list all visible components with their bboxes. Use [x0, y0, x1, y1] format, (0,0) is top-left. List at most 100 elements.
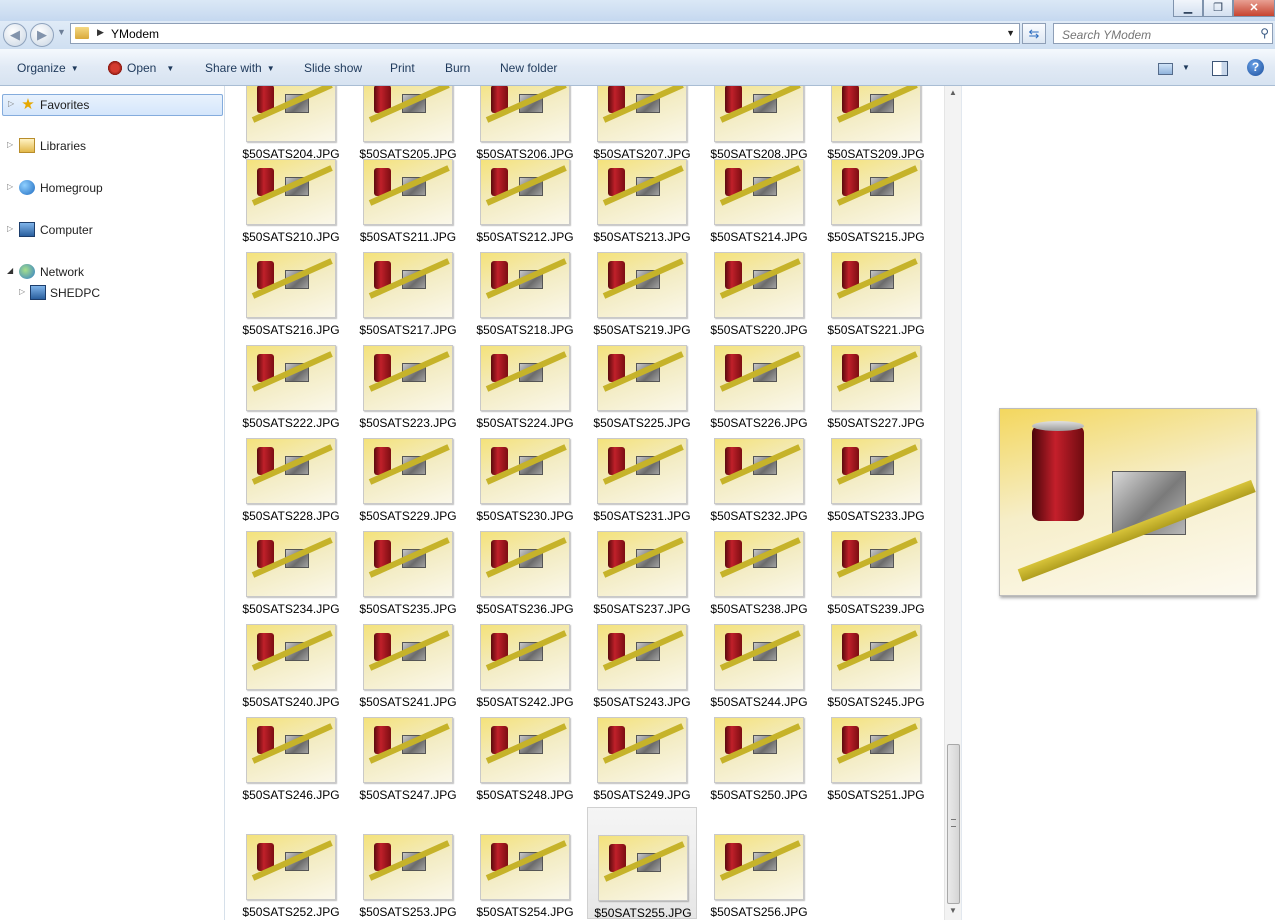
- file-item[interactable]: $50SATS244.JPG: [704, 624, 814, 709]
- vertical-scrollbar[interactable]: ▲ ▼: [944, 86, 961, 920]
- file-item[interactable]: $50SATS211.JPG: [353, 159, 463, 244]
- file-item[interactable]: $50SATS245.JPG: [821, 624, 931, 709]
- file-list[interactable]: $50SATS204.JPG $50SATS205.JPG $50SATS206.J…: [225, 86, 960, 920]
- file-item[interactable]: $50SATS237.JPG: [587, 531, 697, 616]
- close-button[interactable]: ✕: [1233, 0, 1275, 17]
- nav-item-computer[interactable]: ▷ Computer: [0, 220, 224, 240]
- slide-show-button[interactable]: Slide show: [304, 61, 362, 75]
- file-item[interactable]: $50SATS204.JPG: [236, 86, 346, 161]
- nav-item-shedpc[interactable]: ▷ SHEDPC: [0, 283, 224, 303]
- file-item[interactable]: $50SATS249.JPG: [587, 717, 697, 802]
- file-item[interactable]: $50SATS226.JPG: [704, 345, 814, 430]
- file-item[interactable]: $50SATS252.JPG: [236, 834, 346, 919]
- address-dropdown-icon[interactable]: ▼: [1006, 28, 1015, 38]
- scroll-up-arrow-icon[interactable]: ▲: [945, 88, 961, 97]
- breadcrumb-separator-icon[interactable]: ▶: [97, 27, 104, 38]
- file-item[interactable]: $50SATS205.JPG: [353, 86, 463, 161]
- search-box[interactable]: ⚲: [1053, 23, 1273, 44]
- file-item[interactable]: $50SATS235.JPG: [353, 531, 463, 616]
- file-name: $50SATS237.JPG: [593, 602, 691, 616]
- file-item[interactable]: $50SATS242.JPG: [470, 624, 580, 709]
- collapse-arrow-icon[interactable]: ◢: [7, 266, 13, 275]
- recent-pages-dropdown[interactable]: ▼: [57, 27, 66, 37]
- maximize-button[interactable]: ❐: [1203, 0, 1233, 17]
- file-item[interactable]: $50SATS214.JPG: [704, 159, 814, 244]
- nav-item-libraries[interactable]: ▷ Libraries: [0, 136, 224, 156]
- open-button[interactable]: Open ▼: [108, 61, 174, 75]
- file-item[interactable]: $50SATS255.JPG: [587, 807, 697, 920]
- print-button[interactable]: Print: [390, 61, 415, 75]
- file-item[interactable]: $50SATS229.JPG: [353, 438, 463, 523]
- file-item[interactable]: $50SATS223.JPG: [353, 345, 463, 430]
- forward-button[interactable]: ▶: [30, 23, 54, 47]
- file-item[interactable]: $50SATS213.JPG: [587, 159, 697, 244]
- back-button[interactable]: ◀: [3, 23, 27, 47]
- file-item[interactable]: $50SATS225.JPG: [587, 345, 697, 430]
- expand-arrow-icon[interactable]: ▷: [7, 140, 13, 149]
- file-item[interactable]: $50SATS246.JPG: [236, 717, 346, 802]
- new-folder-button[interactable]: New folder: [500, 61, 557, 75]
- file-item[interactable]: $50SATS251.JPG: [821, 717, 931, 802]
- file-item[interactable]: $50SATS206.JPG: [470, 86, 580, 161]
- file-item[interactable]: $50SATS250.JPG: [704, 717, 814, 802]
- chevron-down-icon[interactable]: ▼: [1182, 63, 1190, 72]
- file-item[interactable]: $50SATS248.JPG: [470, 717, 580, 802]
- help-icon[interactable]: ?: [1247, 59, 1264, 76]
- nav-item-network[interactable]: ◢ Network: [0, 262, 224, 282]
- file-item[interactable]: $50SATS212.JPG: [470, 159, 580, 244]
- file-item[interactable]: $50SATS210.JPG: [236, 159, 346, 244]
- preview-pane-toggle-icon[interactable]: [1212, 61, 1228, 76]
- file-item[interactable]: $50SATS209.JPG: [821, 86, 931, 161]
- refresh-button[interactable]: ⇆: [1022, 23, 1046, 44]
- breadcrumb-ymodem[interactable]: YModem: [111, 27, 159, 41]
- expand-arrow-icon[interactable]: ▷: [19, 287, 25, 296]
- file-item[interactable]: $50SATS240.JPG: [236, 624, 346, 709]
- file-item[interactable]: $50SATS207.JPG: [587, 86, 697, 161]
- file-item[interactable]: $50SATS228.JPG: [236, 438, 346, 523]
- file-item[interactable]: $50SATS218.JPG: [470, 252, 580, 337]
- minimize-button[interactable]: ▁: [1173, 0, 1203, 17]
- file-item[interactable]: $50SATS231.JPG: [587, 438, 697, 523]
- scroll-down-arrow-icon[interactable]: ▼: [945, 906, 961, 915]
- search-input[interactable]: [1060, 25, 1254, 44]
- file-item[interactable]: $50SATS230.JPG: [470, 438, 580, 523]
- expand-arrow-icon[interactable]: ▷: [7, 182, 13, 191]
- file-item[interactable]: $50SATS208.JPG: [704, 86, 814, 161]
- file-item[interactable]: $50SATS224.JPG: [470, 345, 580, 430]
- file-item[interactable]: $50SATS256.JPG: [704, 834, 814, 919]
- file-item[interactable]: $50SATS219.JPG: [587, 252, 697, 337]
- file-item[interactable]: $50SATS239.JPG: [821, 531, 931, 616]
- expand-arrow-icon[interactable]: ▷: [7, 224, 13, 233]
- expand-arrow-icon[interactable]: ▷: [8, 99, 14, 108]
- nav-item-favorites[interactable]: ▷ ★ Favorites: [2, 94, 223, 116]
- share-with-button[interactable]: Share with ▼: [205, 61, 275, 75]
- file-item[interactable]: $50SATS222.JPG: [236, 345, 346, 430]
- file-name: $50SATS243.JPG: [593, 695, 691, 709]
- file-item[interactable]: $50SATS233.JPG: [821, 438, 931, 523]
- file-item[interactable]: $50SATS243.JPG: [587, 624, 697, 709]
- file-item[interactable]: $50SATS241.JPG: [353, 624, 463, 709]
- file-item[interactable]: $50SATS253.JPG: [353, 834, 463, 919]
- file-item[interactable]: $50SATS247.JPG: [353, 717, 463, 802]
- file-item[interactable]: $50SATS234.JPG: [236, 531, 346, 616]
- file-item[interactable]: $50SATS254.JPG: [470, 834, 580, 919]
- file-item[interactable]: $50SATS236.JPG: [470, 531, 580, 616]
- nav-item-homegroup[interactable]: ▷ Homegroup: [0, 178, 224, 198]
- file-item[interactable]: $50SATS238.JPG: [704, 531, 814, 616]
- address-bar[interactable]: ▶ YModem ▼: [70, 23, 1020, 44]
- change-view-icon[interactable]: [1158, 63, 1173, 75]
- file-item[interactable]: $50SATS232.JPG: [704, 438, 814, 523]
- file-item[interactable]: $50SATS221.JPG: [821, 252, 931, 337]
- file-item[interactable]: $50SATS220.JPG: [704, 252, 814, 337]
- file-item[interactable]: $50SATS216.JPG: [236, 252, 346, 337]
- file-item[interactable]: $50SATS227.JPG: [821, 345, 931, 430]
- scrollbar-thumb[interactable]: [947, 744, 960, 904]
- burn-button[interactable]: Burn: [445, 61, 470, 75]
- file-name: $50SATS245.JPG: [827, 695, 925, 709]
- file-item[interactable]: $50SATS217.JPG: [353, 252, 463, 337]
- file-thumbnail: [714, 345, 804, 411]
- file-item[interactable]: $50SATS215.JPG: [821, 159, 931, 244]
- search-icon[interactable]: ⚲: [1260, 26, 1269, 40]
- organize-button[interactable]: Organize ▼: [17, 61, 79, 75]
- file-name: $50SATS224.JPG: [476, 416, 574, 430]
